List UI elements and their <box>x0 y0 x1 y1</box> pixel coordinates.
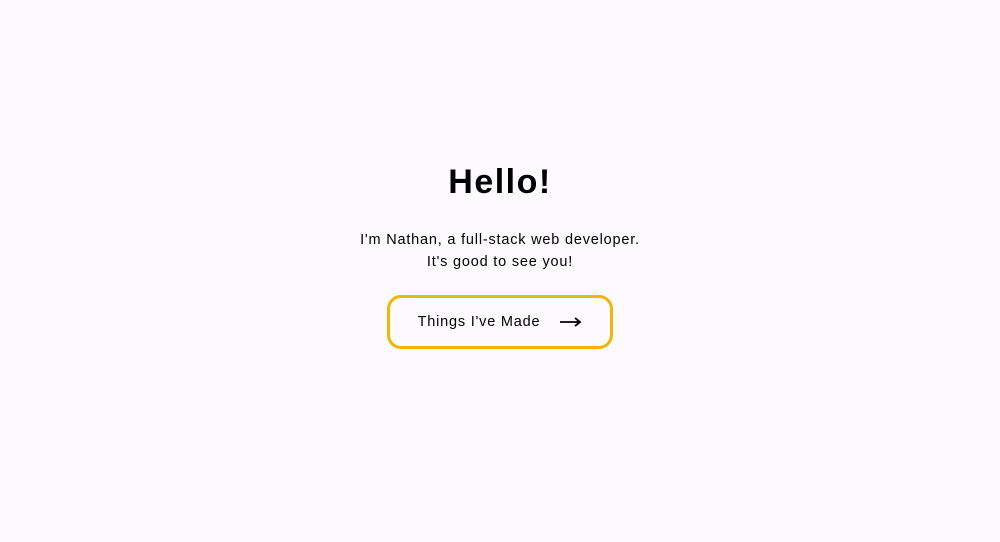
hero-subtitle-line-1: I'm Nathan, a full-stack web developer. <box>360 230 640 251</box>
hero-section: Hello! I'm Nathan, a full-stack web deve… <box>360 163 640 348</box>
hero-title: Hello! <box>448 163 551 202</box>
things-ive-made-button[interactable]: Things I've Made <box>387 295 614 349</box>
cta-button-label: Things I've Made <box>418 314 541 330</box>
hero-subtitle: I'm Nathan, a full-stack web developer. … <box>360 230 640 272</box>
hero-subtitle-line-2: It's good to see you! <box>360 252 640 273</box>
arrow-right-icon <box>560 316 582 328</box>
